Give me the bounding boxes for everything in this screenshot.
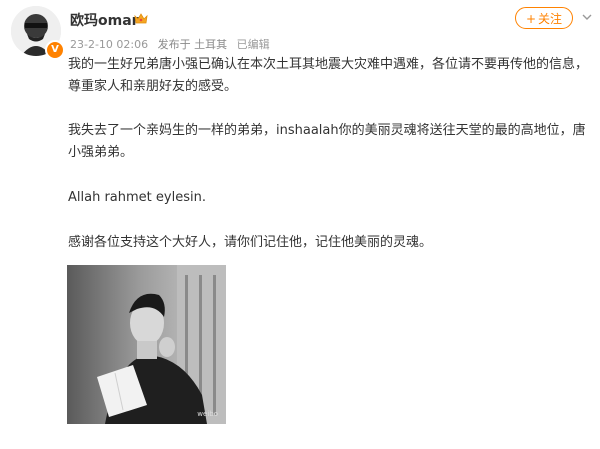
post-image[interactable]: weibo — [67, 265, 226, 424]
crown-icon — [134, 13, 148, 24]
edited-label[interactable]: 已编辑 — [237, 38, 270, 51]
post-location: 发布于 土耳其 — [157, 38, 228, 51]
image-watermark: weibo — [197, 410, 218, 418]
post-paragraph: 我的一生好兄弟唐小强已确认在本次土耳其地震大灾难中遇难，各位请不要再传他的信息，… — [68, 57, 589, 94]
post-meta: 23-2-10 02:06 发布于 土耳其 已编辑 — [70, 36, 276, 52]
post-paragraph: Allah rahmet eylesin. — [68, 190, 206, 205]
post-timestamp[interactable]: 23-2-10 02:06 — [70, 38, 148, 51]
follow-label: 关注 — [538, 12, 563, 26]
post-paragraph: 我失去了一个亲妈生的一样的弟弟，inshaalah你的美丽灵魂将送往天堂的最的高… — [68, 123, 586, 160]
verified-badge-icon: V — [45, 40, 65, 60]
plus-icon: + — [525, 12, 537, 26]
chevron-down-icon[interactable] — [582, 12, 592, 22]
follow-button[interactable]: + 关注 — [515, 7, 573, 29]
username[interactable]: 欧玛omar — [70, 10, 139, 30]
post-paragraph: 感谢各位支持这个大好人，请你们记住他，记住他美丽的灵魂。 — [68, 235, 433, 250]
